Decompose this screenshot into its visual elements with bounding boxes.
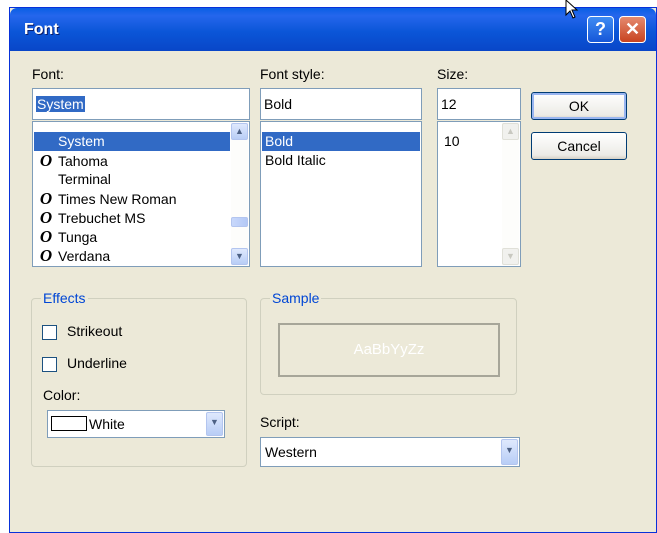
font-list-item-label: System — [58, 133, 105, 149]
dropdown-arrow-icon[interactable]: ▼ — [501, 439, 518, 465]
font-list-item[interactable]: Terminal — [34, 170, 230, 189]
font-list-scrollbar[interactable]: ▲ ▼ — [231, 123, 248, 265]
truetype-font-icon: O — [39, 227, 53, 246]
size-list-item[interactable]: 10 — [439, 132, 460, 151]
effects-group — [31, 298, 247, 467]
color-swatch — [51, 416, 87, 431]
font-style-label: Font style: — [260, 66, 325, 82]
scroll-down-icon[interactable]: ▼ — [231, 248, 248, 265]
font-style-list[interactable]: Bold Bold Italic — [260, 121, 422, 267]
strikeout-checkbox[interactable] — [42, 325, 57, 340]
help-button[interactable]: ? — [587, 16, 614, 43]
scroll-thumb[interactable] — [231, 217, 248, 227]
underline-checkbox[interactable] — [42, 357, 57, 372]
font-list-item[interactable]: O Trebuchet MS — [34, 208, 230, 227]
script-select[interactable]: Western ▼ — [260, 437, 520, 467]
color-label: Color: — [43, 387, 81, 403]
font-style-input[interactable]: Bold — [260, 88, 422, 120]
cancel-button[interactable]: Cancel — [531, 132, 627, 160]
effects-group-title: Effects — [41, 290, 88, 306]
size-input[interactable]: 12 — [437, 88, 521, 120]
font-list-item[interactable]: O Tunga — [34, 227, 230, 246]
truetype-font-icon: O — [39, 189, 53, 208]
size-list-scrollbar: ▲ ▼ — [502, 123, 519, 265]
font-list-item-label: Terminal — [58, 171, 111, 187]
font-name-input[interactable]: System — [32, 88, 250, 120]
font-label: Font: — [32, 66, 64, 82]
font-list-item-label: Times New Roman — [58, 191, 177, 207]
scroll-down-icon: ▼ — [502, 248, 519, 265]
mouse-cursor-icon — [565, 0, 579, 19]
truetype-font-icon: O — [39, 246, 53, 265]
font-list-item[interactable]: O Verdana — [34, 246, 230, 265]
font-list-item[interactable]: O Times New Roman — [34, 189, 230, 208]
font-list-item[interactable]: System — [34, 132, 230, 151]
ok-button[interactable]: OK — [531, 92, 627, 120]
script-label: Script: — [260, 414, 300, 430]
sample-group-title: Sample — [270, 290, 322, 306]
underline-label[interactable]: Underline — [67, 355, 127, 371]
size-list[interactable]: 10 ▲ ▼ — [437, 121, 521, 267]
font-name-value: System — [36, 96, 85, 112]
font-list-item-label: Tunga — [58, 229, 98, 245]
color-select[interactable]: White ▼ — [47, 410, 225, 438]
dialog-title: Font — [24, 21, 59, 38]
script-value: Western — [265, 444, 317, 460]
strikeout-label[interactable]: Strikeout — [67, 323, 122, 339]
sample-preview: AaBbYyZz — [278, 323, 500, 377]
font-list-item[interactable]: O Tahoma — [34, 151, 230, 170]
scroll-up-icon: ▲ — [502, 123, 519, 140]
font-style-list-item[interactable]: Bold Italic — [262, 151, 420, 170]
size-label: Size: — [437, 66, 469, 82]
scroll-up-icon[interactable]: ▲ — [231, 123, 248, 140]
color-value: White — [89, 416, 125, 432]
dropdown-arrow-icon[interactable]: ▼ — [206, 412, 223, 436]
font-list-item-label: Verdana — [58, 248, 111, 264]
truetype-font-icon: O — [39, 208, 53, 227]
close-button[interactable]: ✕ — [619, 16, 646, 43]
font-list-item-label: Trebuchet MS — [58, 210, 146, 226]
truetype-font-icon: O — [39, 151, 53, 170]
title-bar[interactable]: Font ? ✕ — [10, 8, 656, 51]
font-dialog: Font ? ✕ Font: System System O Tahoma Termi… — [9, 7, 657, 533]
font-style-list-item[interactable]: Bold — [262, 132, 420, 151]
font-list[interactable]: System O Tahoma Terminal O Times New Roman O Tr… — [32, 121, 250, 267]
font-list-item-label: Tahoma — [58, 153, 108, 169]
